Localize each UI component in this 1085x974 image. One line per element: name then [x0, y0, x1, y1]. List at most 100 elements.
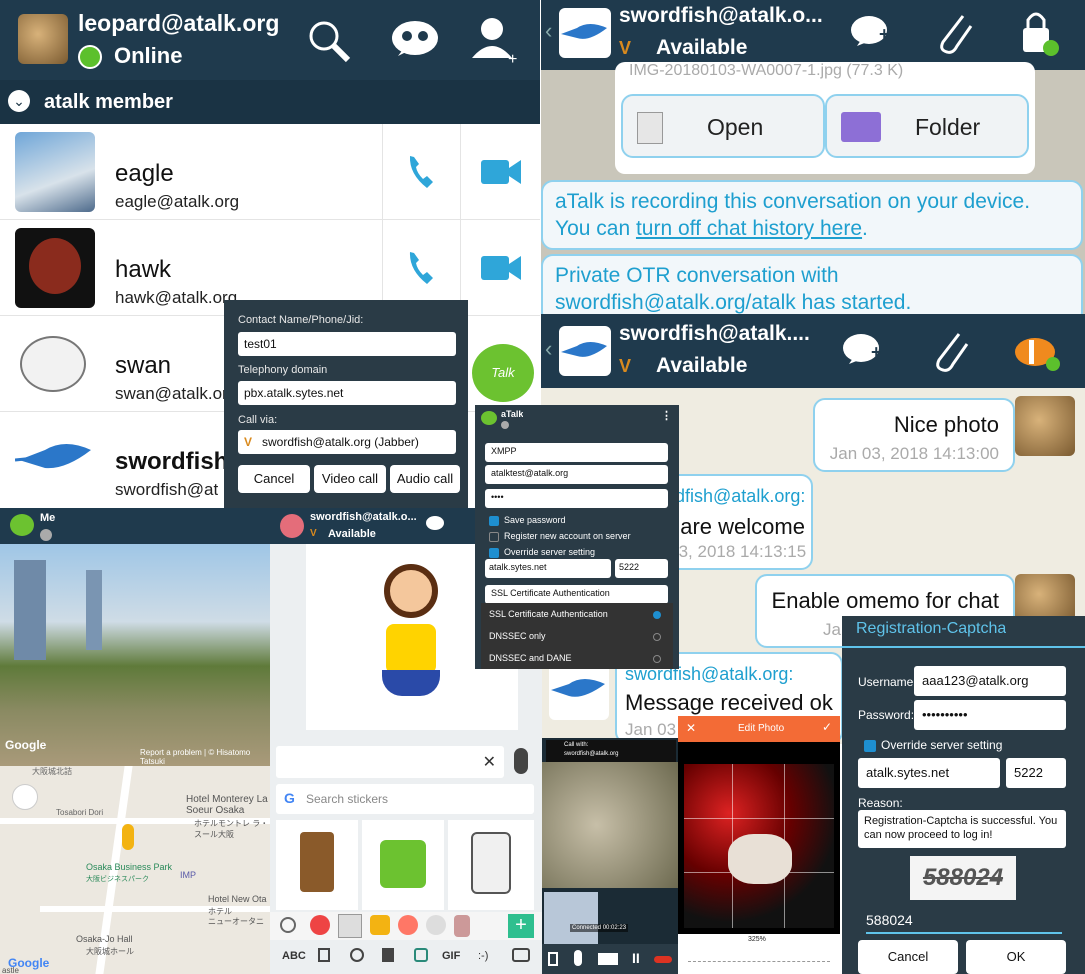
pegman-icon[interactable] [122, 824, 134, 850]
port-input[interactable]: 5222 [1006, 758, 1066, 788]
register-checkbox[interactable]: Register new account on server [489, 531, 631, 542]
add-chat-icon[interactable]: + [841, 330, 887, 370]
emoticon-key[interactable]: :-) [478, 950, 488, 962]
map-view[interactable]: 大阪城北詰 Tosabori Dori Hotel Monterey La So… [0, 766, 270, 974]
camera-icon[interactable] [598, 953, 618, 965]
hold-icon[interactable]: II [632, 950, 640, 966]
gif-key[interactable]: GIF [442, 950, 460, 962]
contact-row[interactable]: eagle eagle@atalk.org [0, 124, 540, 220]
mic-icon[interactable] [514, 748, 528, 774]
override-checkbox[interactable]: Override server setting [864, 738, 1002, 752]
protocol-select[interactable]: XMPP [485, 443, 668, 462]
clear-icon[interactable]: ✕ [483, 752, 496, 772]
sticker-tab[interactable] [398, 915, 418, 935]
ok-button[interactable]: OK [966, 940, 1066, 974]
server-input[interactable]: atalk.sytes.net [485, 559, 611, 578]
confirm-icon[interactable]: ✓ [822, 720, 832, 734]
close-icon[interactable]: ✕ [686, 721, 696, 735]
collapse-icon[interactable]: ⌄ [8, 90, 30, 112]
back-icon[interactable]: ‹ [545, 336, 552, 362]
note-icon[interactable] [382, 948, 394, 962]
message-input[interactable]: ✕ [276, 746, 504, 778]
cancel-button[interactable]: Cancel [238, 465, 310, 493]
security-option[interactable]: SSL Certificate Authentication [489, 609, 608, 619]
call-button[interactable] [382, 124, 460, 220]
report-link[interactable]: Report a problem | © Hisatomo Tatsuki [140, 748, 270, 766]
sticker-avatar [280, 514, 304, 538]
sticker-tab[interactable] [454, 915, 470, 937]
sticker-tab[interactable] [310, 915, 330, 935]
add-sticker-button[interactable]: + [508, 914, 534, 938]
group-chat-icon[interactable] [390, 18, 440, 62]
user-input[interactable]: atalktest@atalk.org [485, 465, 668, 484]
compass-icon[interactable] [12, 784, 38, 810]
sticker-tab[interactable] [370, 915, 390, 935]
cancel-button[interactable]: Cancel [858, 940, 958, 974]
sticker-key-icon[interactable] [414, 948, 428, 962]
hangup-icon[interactable] [654, 956, 672, 963]
sticker-tab[interactable] [426, 915, 446, 935]
server-input[interactable]: atalk.sytes.net [858, 758, 1000, 788]
photo-canvas[interactable] [684, 764, 834, 928]
street-view[interactable]: Google Report a problem | © Hisatomo Tat… [0, 544, 270, 766]
back-icon[interactable]: ‹ [545, 18, 552, 44]
lock-icon[interactable] [1019, 6, 1063, 58]
port-input[interactable]: 5222 [615, 559, 668, 578]
menu-icon[interactable]: ⋮ [661, 409, 672, 422]
via-select[interactable]: V swordfish@atalk.org (Jabber) [238, 430, 456, 454]
add-contact-icon[interactable]: + [470, 14, 522, 66]
attach-icon[interactable] [929, 326, 973, 376]
clipboard-icon[interactable] [318, 948, 330, 962]
omemo-icon: V [619, 356, 632, 376]
sticker-search[interactable]: G Search stickers [276, 784, 534, 814]
save-password-checkbox[interactable]: Save password [489, 515, 566, 526]
username-label: Username: [858, 675, 917, 689]
folder-icon [841, 112, 881, 142]
username-input[interactable]: aaa123@atalk.org [914, 666, 1066, 696]
sticker-tab[interactable] [338, 914, 362, 938]
security-options: SSL Certificate Authentication DNSSEC on… [481, 603, 673, 669]
video-call-button[interactable]: Video call [314, 465, 386, 493]
override-checkbox[interactable]: Override server setting [489, 547, 595, 558]
atalk-logo [481, 411, 497, 425]
mic-icon[interactable] [574, 950, 582, 966]
jabber-icon: V [244, 435, 253, 449]
captcha-input[interactable]: 588024 [866, 912, 1062, 934]
search-icon[interactable] [306, 18, 352, 64]
message-bubble[interactable]: Nice photo Jan 03, 2018 14:13:00 [813, 398, 1015, 472]
domain-input[interactable]: pbx.atalk.sytes.net [238, 381, 456, 405]
zoom-bar[interactable]: 325% [678, 934, 840, 974]
video-call-button[interactable] [460, 220, 538, 316]
sticker-item[interactable] [276, 820, 358, 910]
swordfish-avatar [15, 420, 95, 500]
security-select[interactable]: SSL Certificate Authentication [485, 585, 668, 604]
dialpad-icon[interactable] [548, 952, 558, 966]
audio-call-button[interactable]: Audio call [390, 465, 460, 493]
password-input[interactable]: •••••••••• [914, 700, 1066, 730]
chat-status: Available [656, 354, 748, 377]
abc-key[interactable]: ABC [282, 950, 306, 962]
security-option[interactable]: DNSSEC and DANE [489, 653, 572, 663]
sticker-item[interactable] [448, 820, 534, 910]
add-chat-icon[interactable]: + [849, 12, 895, 52]
recent-icon[interactable] [280, 917, 296, 933]
emoji-icon[interactable] [350, 948, 364, 962]
video-call-button[interactable] [460, 124, 538, 220]
password-input[interactable]: •••• [485, 489, 668, 508]
attach-icon[interactable] [933, 8, 977, 58]
chat-title: swordfish@atalk.o... [619, 4, 823, 27]
backspace-icon[interactable] [512, 948, 530, 962]
contact-input[interactable]: test01 [238, 332, 456, 356]
omemo-fish-icon[interactable] [1011, 330, 1065, 374]
svg-text:+: + [508, 51, 517, 66]
sticker-item[interactable] [362, 820, 444, 910]
group-header[interactable]: ⌄ atalk member [0, 80, 540, 124]
swordfish-avatar [559, 326, 611, 376]
chat-history-link[interactable]: turn off chat history here [636, 217, 862, 240]
contact-jid: swordfish@at [115, 480, 219, 499]
security-option[interactable]: DNSSEC only [489, 631, 546, 641]
open-button[interactable]: Open [621, 94, 825, 158]
add-chat-icon[interactable] [426, 516, 444, 530]
leopard-avatar[interactable] [18, 14, 68, 64]
folder-button[interactable]: Folder [825, 94, 1029, 158]
